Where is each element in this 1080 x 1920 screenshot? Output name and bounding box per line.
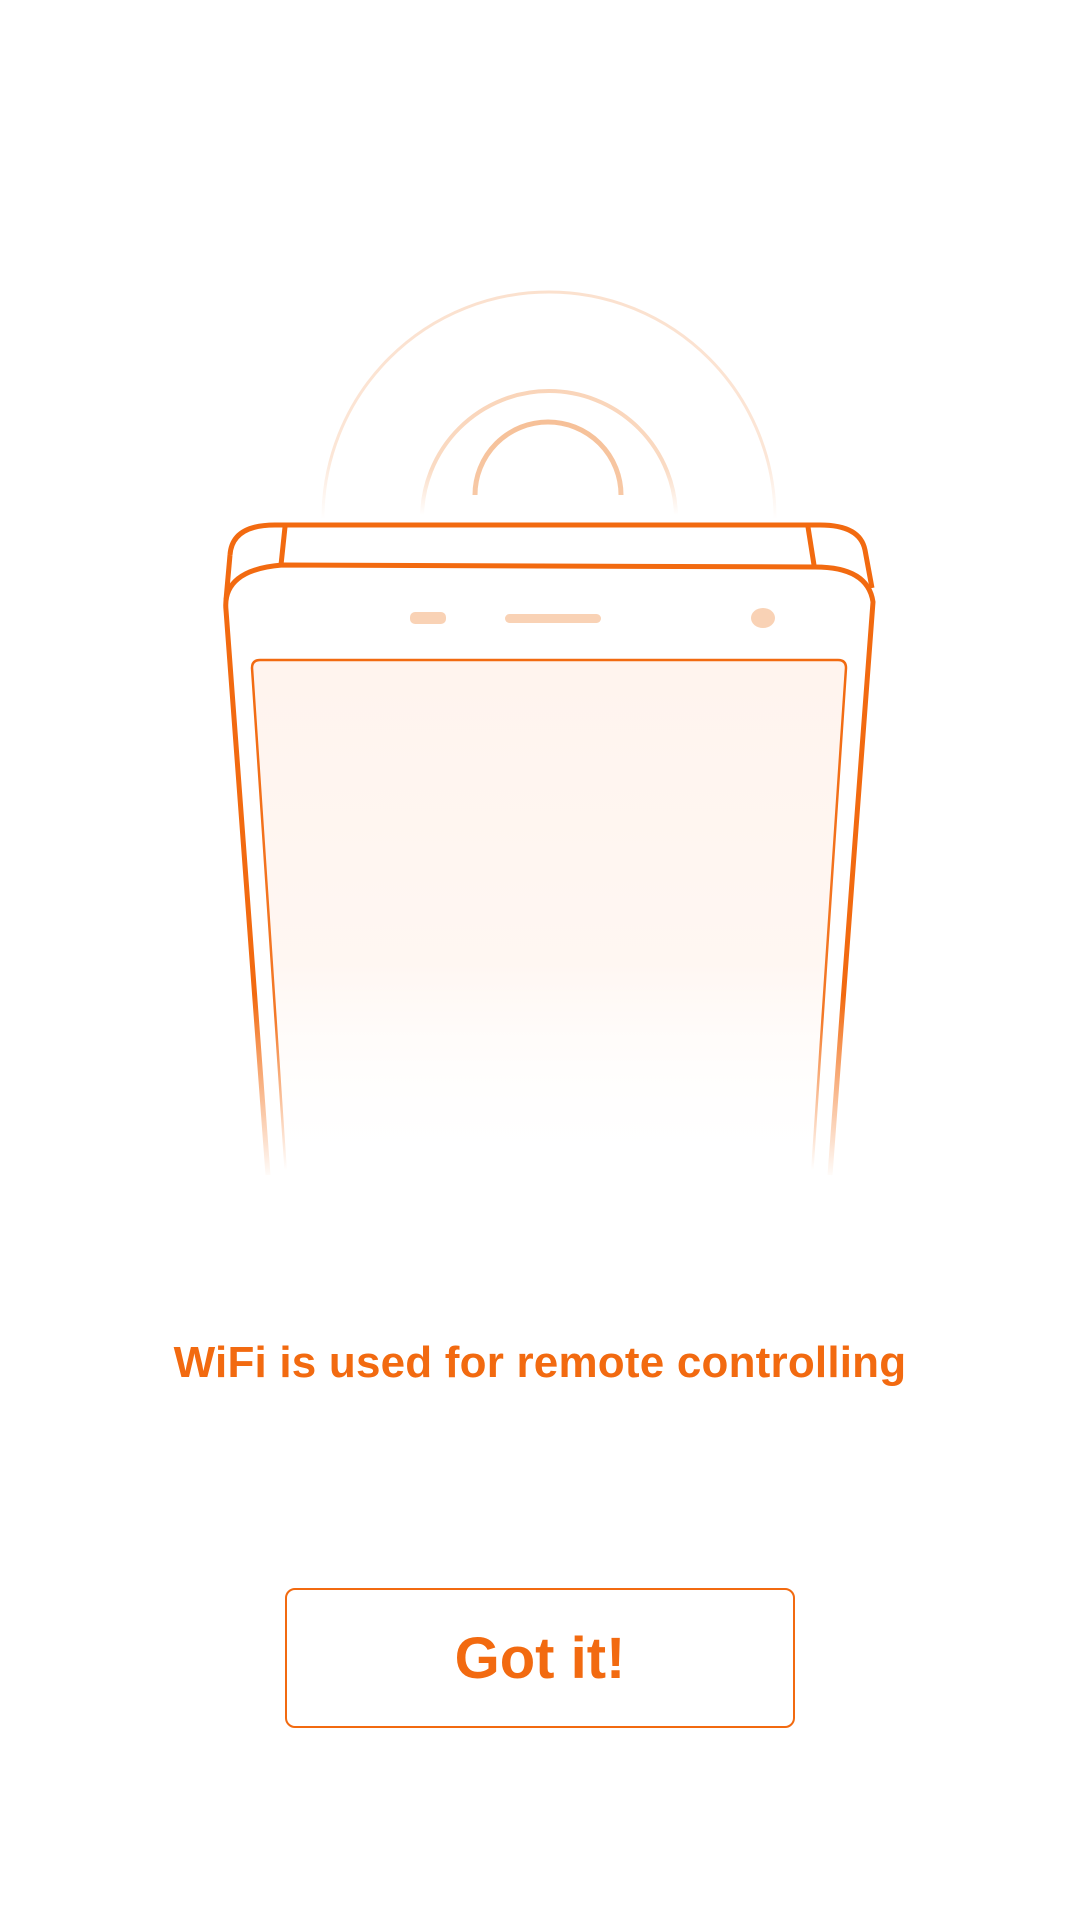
- speaker-icon: [505, 614, 601, 623]
- camera-icon: [751, 608, 775, 628]
- wifi-info-screen: WiFi is used for remote controlling Got …: [0, 0, 1080, 1920]
- phone-screen: [250, 658, 848, 1177]
- wifi-usage-message: WiFi is used for remote controlling: [173, 1338, 907, 1387]
- signal-waves-icon: [321, 290, 777, 519]
- phone-wifi-signal-icon: [223, 290, 876, 1177]
- got-it-button[interactable]: Got it!: [285, 1588, 795, 1728]
- sensor-icon: [410, 612, 446, 624]
- phone-top-edge: [223, 522, 875, 601]
- phone-body: [223, 562, 876, 1177]
